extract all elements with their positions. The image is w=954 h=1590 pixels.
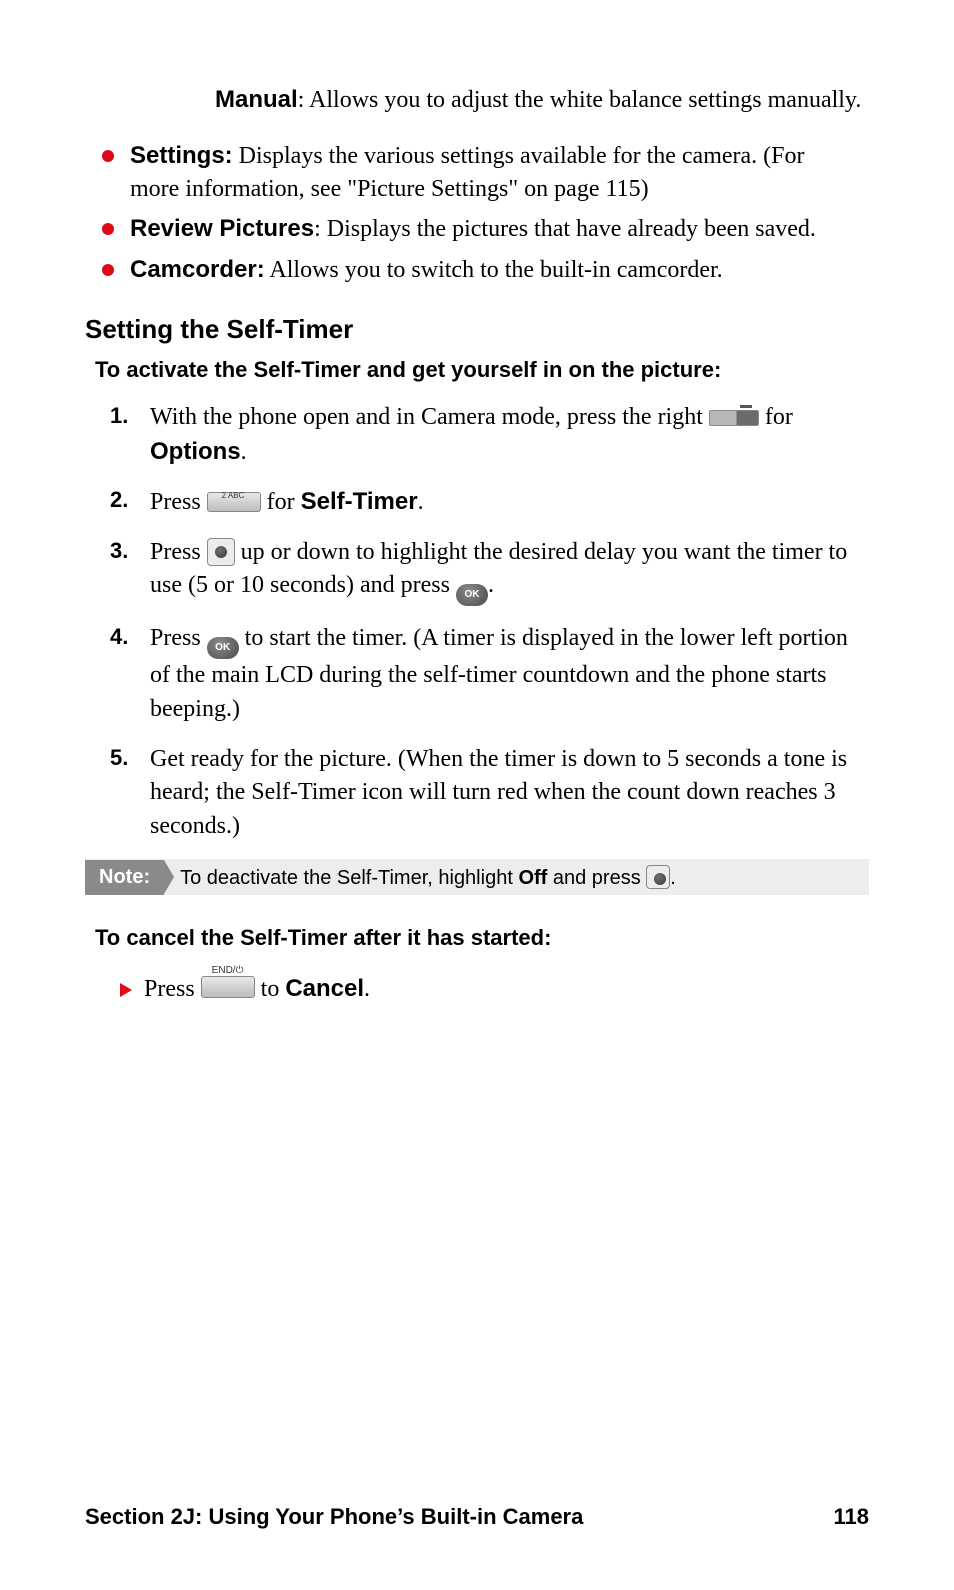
note-box: Note: To deactivate the Self-Timer, high… [85,859,869,895]
end-key-icon [201,976,255,998]
step-dot: . [241,439,247,465]
list-item: Camcorder: Allows you to switch to the b… [130,254,869,286]
step-text: for [765,404,793,430]
steps-list: With the phone open and in Camera mode, … [115,401,869,843]
step-text: to start the timer. (A timer is displaye… [150,625,848,722]
item-desc: : Displays the pictures that have alread… [314,216,816,242]
manual-page: Manual: Allows you to adjust the white b… [0,0,954,1590]
step-2: Press 2 ABC for Self-Timer. [115,485,869,520]
cancel-step: Press to Cancel. [120,975,869,1003]
step-1: With the phone open and in Camera mode, … [115,401,869,469]
item-term: Settings: [130,142,233,169]
section-heading: Setting the Self-Timer [85,314,869,345]
note-dot: . [670,867,676,889]
nav-key-icon [207,538,235,566]
step-text: Press [150,489,207,515]
item-term: Camcorder: [130,256,265,283]
note-off: Off [518,867,547,889]
step-keyword: Self-Timer [301,488,418,515]
feature-list: Settings: Displays the various settings … [85,140,869,286]
manual-desc: : Allows you to adjust the white balance… [298,87,862,113]
step-text: for [267,489,301,515]
manual-term: Manual [215,86,298,113]
step-keyword: Options [150,438,241,465]
step-text: up or down to highlight the desired dela… [150,539,847,599]
step-text: Press [150,539,207,565]
step-text: Get ready for the picture. (When the tim… [150,746,847,839]
item-desc: Allows you to switch to the built-in cam… [265,257,723,283]
cancel-text: to [261,976,286,1002]
step-dot: . [418,489,424,515]
nav-key-icon [646,865,670,889]
step-dot: . [488,572,494,598]
step-text: With the phone open and in Camera mode, … [150,404,709,430]
list-item: Review Pictures: Displays the pictures t… [130,213,869,245]
key-2abc-icon: 2 ABC [207,492,261,512]
cancel-text: Press [144,976,201,1002]
cancel-keyword: Cancel [285,975,364,1002]
manual-line: Manual: Allows you to adjust the white b… [215,84,869,116]
footer-page: 118 [834,1504,870,1530]
cancel-intro: To cancel the Self-Timer after it has st… [95,925,869,951]
note-text: and press [547,867,646,889]
page-footer: Section 2J: Using Your Phone’s Built-in … [85,1504,869,1530]
ok-key-icon: OK [207,637,239,659]
note-label: Note: [85,860,164,895]
note-text: To deactivate the Self-Timer, highlight [180,867,518,889]
list-item: Settings: Displays the various settings … [130,140,869,205]
item-term: Review Pictures [130,215,314,242]
step-3: Press up or down to highlight the desire… [115,536,869,607]
step-text: Press [150,625,207,651]
cancel-dot: . [364,976,370,1002]
step-5: Get ready for the picture. (When the tim… [115,743,869,844]
step-4: Press OK to start the timer. (A timer is… [115,622,869,726]
ok-key-icon: OK [456,584,488,606]
note-body: To deactivate the Self-Timer, highlight … [180,861,684,894]
intro-text: To activate the Self-Timer and get yours… [95,357,869,383]
footer-section: Section 2J: Using Your Phone’s Built-in … [85,1504,583,1530]
softkey-icon [709,410,759,426]
